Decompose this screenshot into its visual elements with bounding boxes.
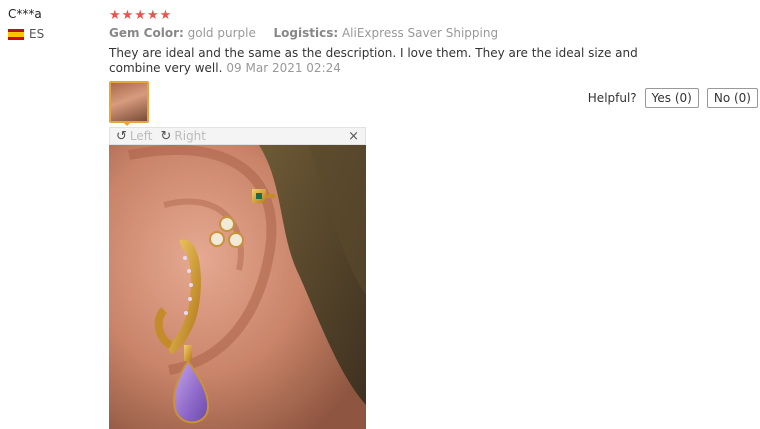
review-photo-thumbnail[interactable]	[109, 81, 149, 123]
review-body: They are ideal and the same as the descr…	[109, 46, 684, 76]
spain-flag-icon	[8, 28, 24, 40]
star-rating: ★ ★ ★ ★ ★	[109, 8, 749, 22]
reviewer-info: C***a ES	[8, 7, 98, 41]
star-icon: ★	[146, 7, 159, 23]
review-date: 09 Mar 2021 02:24	[226, 61, 341, 75]
gem-color-label: Gem Color:	[109, 26, 184, 40]
rotate-right-button[interactable]: ↻ Right	[160, 129, 206, 144]
star-icon: ★	[134, 7, 146, 23]
review-content: ★ ★ ★ ★ ★ Gem Color: gold purple Logistics: …	[109, 8, 749, 76]
helpful-vote: Helpful? Yes (0) No (0)	[588, 88, 758, 108]
review-text: They are ideal and the same as the descr…	[109, 46, 638, 75]
photo-viewer: ↺ Left ↻ Right ×	[109, 127, 366, 429]
earrings-photo-image	[109, 145, 366, 429]
logistics-label: Logistics:	[273, 26, 339, 40]
star-icon: ★	[109, 7, 121, 23]
star-icon: ★	[121, 7, 134, 23]
rotate-right-label: Right	[174, 129, 206, 143]
helpful-yes-button[interactable]: Yes (0)	[644, 88, 699, 108]
rotate-left-icon: ↺	[116, 128, 127, 144]
rotate-left-label: Left	[129, 129, 153, 143]
rotate-right-icon: ↻	[160, 128, 172, 144]
star-icon: ★	[159, 7, 172, 23]
helpful-label: Helpful?	[587, 91, 637, 105]
helpful-no-button[interactable]: No (0)	[706, 88, 758, 108]
reviewer-name: C***a	[8, 7, 42, 21]
logistics-value: AliExpress Saver Shipping	[341, 26, 499, 40]
rotate-left-button[interactable]: ↺ Left	[116, 129, 152, 144]
reviewer-country: ES	[8, 27, 98, 41]
thumbnail-pointer-icon	[122, 121, 132, 126]
review-photo	[109, 145, 366, 429]
country-code: ES	[29, 27, 45, 41]
photo-viewer-toolbar: ↺ Left ↻ Right ×	[109, 127, 366, 145]
gem-color-value: gold purple	[187, 26, 256, 40]
review-meta: Gem Color: gold purple Logistics: AliExp…	[109, 26, 749, 40]
close-icon[interactable]: ×	[348, 129, 359, 144]
